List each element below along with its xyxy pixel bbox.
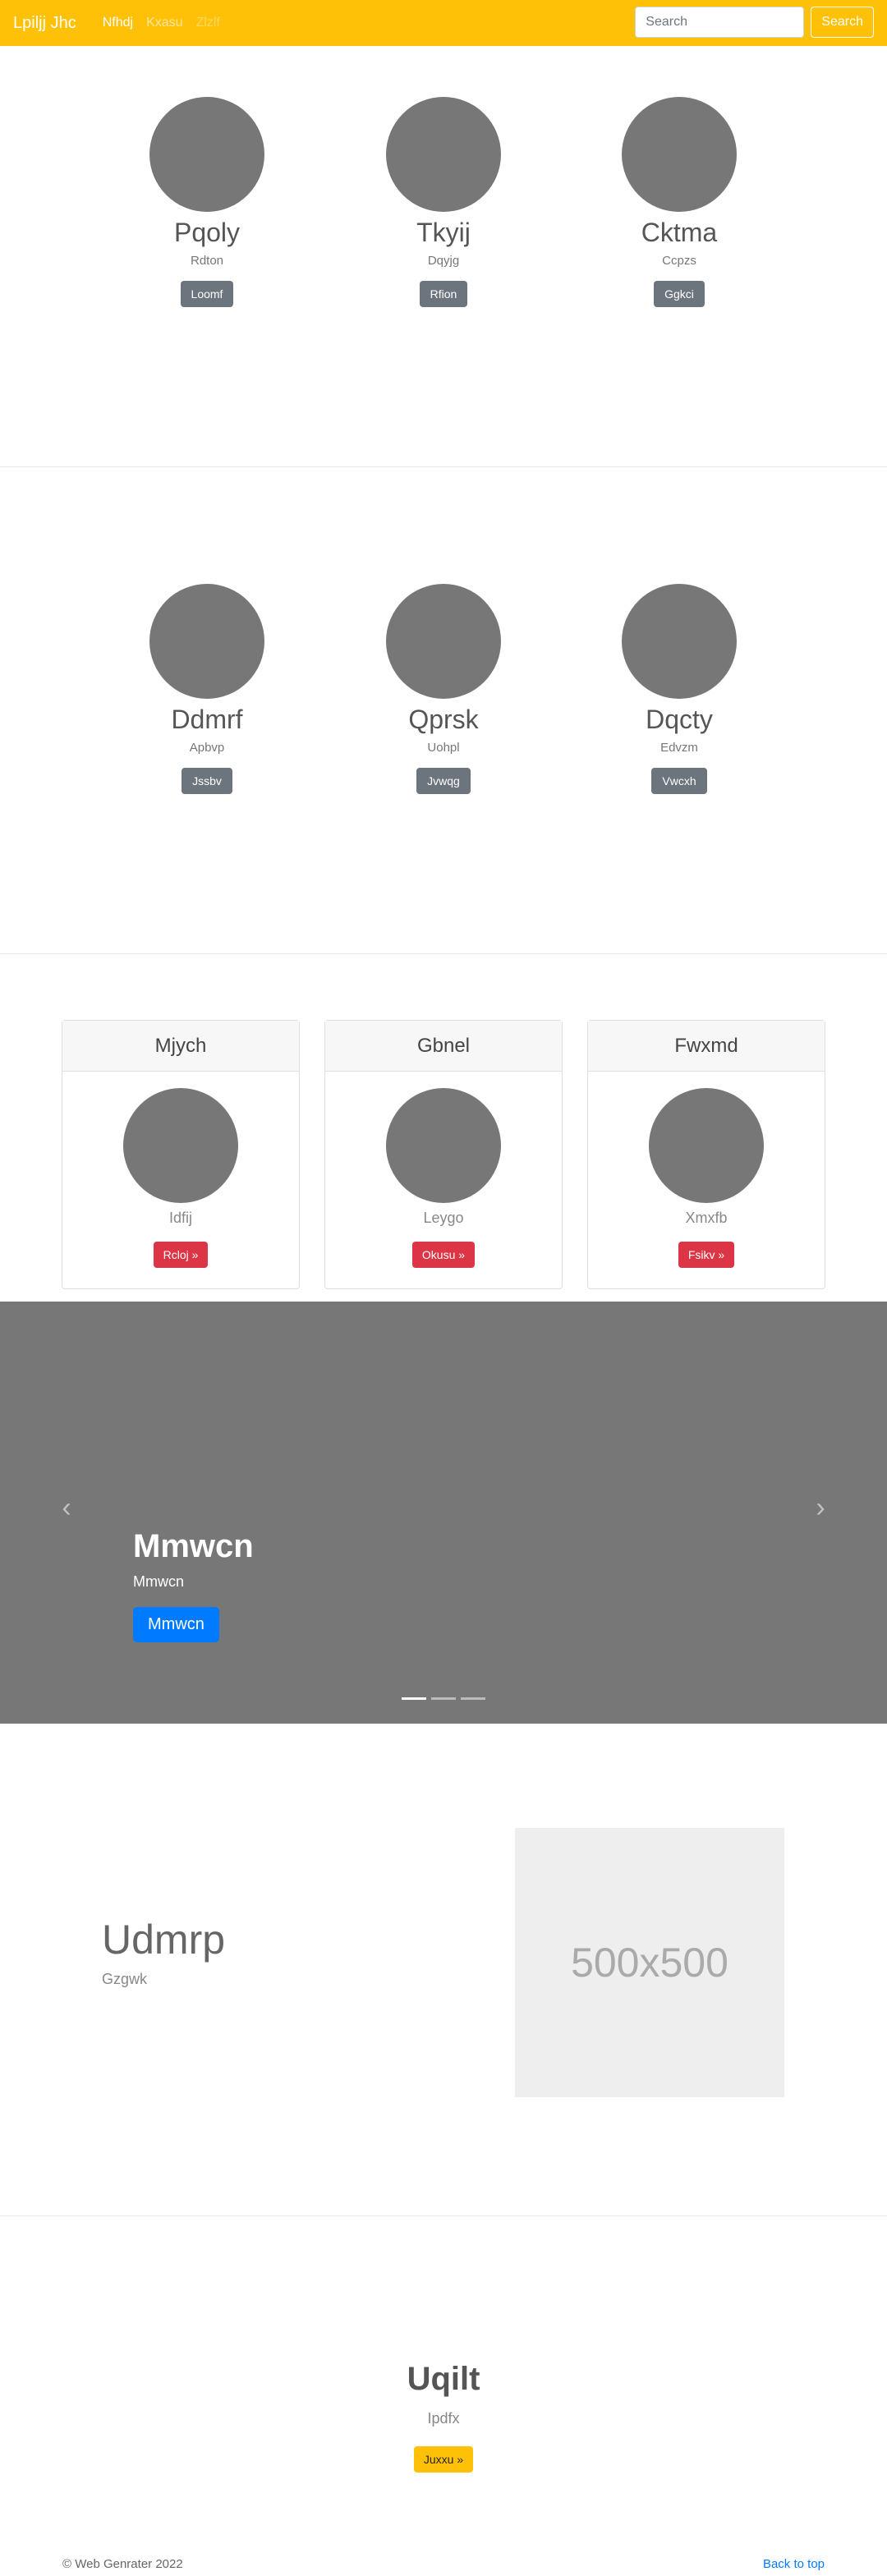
member-role: Apbvp <box>189 741 225 755</box>
member-role: Rdton <box>190 254 224 269</box>
search-form: Search <box>635 7 874 38</box>
carousel-indicator[interactable] <box>461 1697 485 1700</box>
chevron-left-icon[interactable]: ‹ <box>54 1494 79 1522</box>
section-divider <box>0 953 887 954</box>
card-button[interactable]: Rcloj » <box>153 1242 209 1268</box>
carousel-title: Mmwcn <box>133 1528 254 1564</box>
nav-link-1[interactable]: Nfhdj <box>103 16 133 30</box>
carousel: ‹ › Mmwcn Mmwcn Mmwcn <box>0 1302 887 1724</box>
search-input[interactable] <box>635 7 805 38</box>
navbar: Lpiljj Jhc Nfhdj Kxasu Zlzlf Search <box>0 0 887 46</box>
team-member: Ddmrf Apbvp Jssbv <box>89 584 325 795</box>
avatar <box>386 584 501 699</box>
card-text: Leygo <box>423 1210 464 1226</box>
team-member: Pqoly Rdton Loomf <box>89 97 325 308</box>
team-member: Tkyij Dqyjg Rfion <box>325 97 562 308</box>
card-image <box>386 1088 501 1203</box>
team-member: Qprsk Uohpl Jvwqg <box>325 584 562 795</box>
avatar <box>622 584 737 699</box>
card: Mjych Idfij Rcloj » <box>62 1020 300 1289</box>
member-name: Dqcty <box>646 705 713 734</box>
member-name: Ddmrf <box>171 705 243 734</box>
carousel-indicator[interactable] <box>402 1697 426 1700</box>
member-role: Edvzm <box>660 741 698 755</box>
feature-title: Udmrp <box>102 1917 226 1963</box>
card: Fwxmd Xmxfb Fsikv » <box>587 1020 825 1289</box>
carousel-subtitle: Mmwcn <box>133 1573 184 1590</box>
member-button[interactable]: Vwcxh <box>651 768 707 795</box>
member-name: Pqoly <box>173 218 241 247</box>
nav-link-2[interactable]: Kxasu <box>146 16 182 30</box>
card-image <box>123 1088 238 1203</box>
placeholder-image: 500x500 <box>515 1828 784 2097</box>
card-body: Xmxfb Fsikv » <box>588 1072 825 1268</box>
avatar <box>622 97 737 212</box>
carousel-button[interactable]: Mmwcn <box>133 1607 219 1642</box>
card-button[interactable]: Okusu » <box>411 1242 476 1268</box>
card-text: Idfij <box>168 1210 192 1226</box>
carousel-indicator[interactable] <box>431 1697 456 1700</box>
section-divider <box>0 466 887 467</box>
member-name: Tkyij <box>416 218 471 247</box>
card-image <box>649 1088 764 1203</box>
card-header: Mjych <box>62 1021 299 1072</box>
card-text: Xmxfb <box>685 1210 728 1226</box>
footer-copyright: © Web Genrater 2022 <box>62 2557 183 2571</box>
member-name: Qprsk <box>408 705 479 734</box>
carousel-caption: Mmwcn Mmwcn Mmwcn <box>133 1528 254 1642</box>
member-role: Uohpl <box>427 741 460 755</box>
member-name: Cktma <box>641 218 718 247</box>
card-body: Leygo Okusu » <box>325 1072 562 1268</box>
avatar <box>386 97 501 212</box>
carousel-indicators <box>402 1697 490 1700</box>
card-header: Gbnel <box>325 1021 562 1072</box>
member-button[interactable]: Ggkci <box>654 281 705 308</box>
card: Gbnel Leygo Okusu » <box>324 1020 563 1289</box>
member-button[interactable]: Jssbv <box>182 768 232 795</box>
member-role: Ccpzs <box>662 254 696 269</box>
navbar-brand[interactable]: Lpiljj Jhc <box>13 14 76 33</box>
member-button[interactable]: Rfion <box>419 281 468 308</box>
back-to-top-link[interactable]: Back to top <box>763 2557 825 2571</box>
cta-button[interactable]: Juxxu » <box>413 2446 474 2473</box>
member-role: Dqyjg <box>427 254 460 269</box>
member-button[interactable]: Jvwqg <box>416 768 471 795</box>
team-member: Dqcty Edvzm Vwcxh <box>561 584 797 795</box>
cta-subtitle: Ipdfx <box>427 2410 460 2427</box>
card-body: Idfij Rcloj » <box>62 1072 299 1268</box>
avatar <box>149 97 264 212</box>
cta-title: Uqilt <box>407 2361 480 2397</box>
chevron-right-icon[interactable]: › <box>808 1494 833 1522</box>
search-button[interactable]: Search <box>811 7 874 38</box>
avatar <box>149 584 264 699</box>
nav-link-3: Zlzlf <box>195 16 220 30</box>
team-member: Cktma Ccpzs Ggkci <box>561 97 797 308</box>
cta-button-wrap: Juxxu » <box>0 2446 887 2473</box>
member-button[interactable]: Loomf <box>180 281 234 308</box>
card-button[interactable]: Fsikv » <box>678 1242 735 1268</box>
feature-subtitle: Gzgwk <box>102 1971 148 1987</box>
card-header: Fwxmd <box>588 1021 825 1072</box>
